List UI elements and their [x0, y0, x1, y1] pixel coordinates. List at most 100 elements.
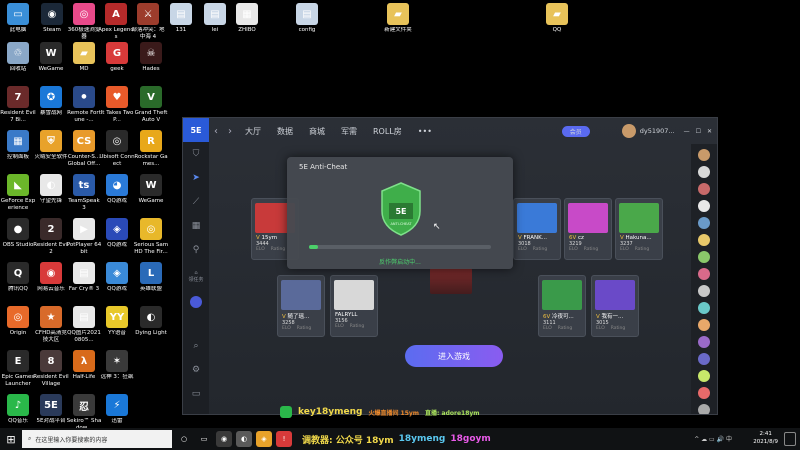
desktop-icon[interactable]: 5E 5E对战平台	[33, 394, 69, 425]
notification-icon[interactable]	[784, 432, 796, 446]
friend-avatar[interactable]	[698, 302, 710, 314]
friend-avatar[interactable]	[698, 353, 710, 365]
player-card[interactable]: 6V 冷夜可... 3111 ELO Rating	[538, 275, 586, 337]
desktop-icon[interactable]: ♲ 回收站	[0, 42, 36, 73]
desktop-icon[interactable]: CS Counter-S... Global Off...	[66, 130, 102, 167]
desktop-icon[interactable]: ✪ 暴雪战网	[33, 86, 69, 117]
desktop-icon[interactable]: L 英雄联盟	[133, 262, 169, 293]
desktop-icon[interactable]: ▦ 控制面板	[0, 130, 36, 161]
desktop-icon[interactable]: ◐ 守望先锋	[33, 174, 69, 205]
friend-avatar[interactable]	[698, 336, 710, 348]
friend-avatar[interactable]	[698, 234, 710, 246]
taskview-icon[interactable]: ▭	[196, 431, 212, 447]
desktop-icon[interactable]: 7 Resident Evil 7 Bi...	[0, 86, 36, 123]
windows-start-icon[interactable]: ⊞	[0, 428, 22, 450]
task-icon[interactable]: ⌂ 领任务	[183, 262, 209, 290]
desktop-icon[interactable]: ◎ Serious Sam HD The Fir...	[133, 218, 169, 255]
taskbar-clock[interactable]: 2:41 2021/8/9	[753, 430, 778, 446]
desktop-icon[interactable]: ✶ 远神 3：狂飙	[99, 350, 135, 381]
desktop-icon[interactable]: ▤ Far Cry® 3	[66, 262, 102, 293]
task-app-icon[interactable]: ◐	[236, 431, 252, 447]
avatar[interactable]	[621, 124, 636, 138]
desktop-icon[interactable]: ⚫ Remote Fortune -...	[66, 86, 102, 123]
back-arrow-icon[interactable]: ‹	[209, 126, 223, 137]
nav-supply[interactable]: 军需	[333, 126, 365, 137]
nav-shop[interactable]: 商城	[301, 126, 333, 137]
desktop-icon[interactable]: 忍Sekiro™ Shadow...	[66, 394, 102, 431]
desktop-icon[interactable]: YY YY语音	[99, 306, 135, 337]
desktop-icon[interactable]: ▭ 此电脑	[0, 3, 36, 34]
enter-game-button[interactable]: 进入游戏	[405, 345, 503, 367]
desktop-icon[interactable]: ◎ Ubisoft Connect	[99, 130, 135, 167]
desktop-icon[interactable]: ▦ ZHIBO	[229, 3, 265, 34]
search-icon[interactable]: ⌕	[183, 334, 209, 358]
desktop-icon[interactable]: ▤ 131	[163, 3, 199, 34]
desktop-icon[interactable]: 2 Resident Evil 2	[33, 218, 69, 255]
desktop-icon[interactable]: ★ CFHD高清竞技大区	[33, 306, 69, 343]
desktop-icon[interactable]: W WeGame	[33, 42, 69, 73]
taskbar-search[interactable]: ⌕ 在这里输入你要搜索的内容	[22, 430, 172, 448]
desktop-icon[interactable]: ◉ Steam	[34, 3, 70, 34]
desktop-icon[interactable]: λ Half-Life	[66, 350, 102, 381]
desktop-icon[interactable]: A Apex Legends	[98, 3, 134, 40]
rocket-icon[interactable]: ➤	[183, 166, 209, 190]
desktop-icon[interactable]: ◉ 网易云音乐	[33, 262, 69, 293]
desktop-icon[interactable]: ◐ Dying Light	[133, 306, 169, 337]
task-view-icon[interactable]: ○	[176, 431, 192, 447]
nav-roll-room[interactable]: ROLL房	[365, 126, 410, 137]
friend-avatar[interactable]	[698, 319, 710, 331]
desktop-icon[interactable]: ♪ QQ音乐	[0, 394, 36, 425]
friend-avatar[interactable]	[698, 370, 710, 382]
desktop-icon[interactable]: ◎ Origin	[0, 306, 36, 337]
friend-avatar[interactable]	[698, 404, 710, 414]
task-app-icon[interactable]: !	[276, 431, 292, 447]
desktop-icon[interactable]: ⚡ 迅雷	[99, 394, 135, 425]
desktop-icon[interactable]: ◈ QQ游戏	[99, 262, 135, 293]
username[interactable]: dy51907...	[640, 127, 675, 135]
player-card[interactable]: V 我有一... 3015 ELO Rating	[591, 275, 639, 337]
desktop-icon[interactable]: ts TeamSpeak 3	[66, 174, 102, 211]
desktop-icon[interactable]: V Grand Theft Auto V	[133, 86, 169, 123]
player-card[interactable]: 6V cz 3219 ELO Rating	[564, 198, 612, 260]
nav-more[interactable]: •••	[410, 127, 440, 136]
player-card[interactable]: V FRANK... 3018 ELO Rating	[513, 198, 561, 260]
desktop-icon[interactable]: ▰ QQ	[539, 3, 575, 34]
friend-avatar[interactable]	[698, 387, 710, 399]
nav-data[interactable]: 数据	[269, 126, 301, 137]
desktop-icon[interactable]: Q 腾讯QQ	[0, 262, 36, 293]
desktop-icon[interactable]: E Epic Games Launcher	[0, 350, 36, 387]
desktop-icon[interactable]: 8 Resident Evil Village	[33, 350, 69, 387]
friend-avatar[interactable]	[698, 183, 710, 195]
vip-badge[interactable]: 会员	[561, 125, 590, 137]
desktop-icon[interactable]: ◣ GeForce Experience	[0, 174, 36, 211]
active-mode-icon[interactable]	[183, 290, 209, 314]
desktop-icon[interactable]: ☠ Hades	[133, 42, 169, 73]
friend-avatar[interactable]	[698, 149, 710, 161]
desktop-icon[interactable]: W WeGame	[133, 174, 169, 205]
desktop-icon[interactable]: ◎ 360极速浏览器	[66, 3, 102, 40]
desktop-icon[interactable]: ▤ config	[289, 3, 325, 34]
player-card[interactable]: V Hakuna... 3237 ELO Rating	[615, 198, 663, 260]
friend-avatar[interactable]	[698, 285, 710, 297]
friend-avatar[interactable]	[698, 251, 710, 263]
desktop-icon[interactable]: R Rockstar Games...	[133, 130, 169, 167]
friend-avatar[interactable]	[698, 166, 710, 178]
desktop-icon[interactable]: ▰ 新建文件夹	[380, 3, 416, 34]
desktop-icon[interactable]: ♥ It Takes Two P...	[99, 86, 135, 123]
friend-avatar[interactable]	[698, 217, 710, 229]
message-icon[interactable]: ▭	[183, 382, 209, 406]
desktop-icon[interactable]: ⛨ 火绒安全软件	[33, 130, 69, 161]
player-card[interactable]: FALRYLL 3156 ELO Rating	[330, 275, 378, 337]
friend-avatar[interactable]	[698, 200, 710, 212]
task-app-icon[interactable]: ◉	[216, 431, 232, 447]
minimize-button[interactable]: —	[681, 128, 693, 135]
shield-icon[interactable]: ⛉	[183, 142, 209, 166]
desktop-icon[interactable]: ▤ lei	[197, 3, 233, 34]
player-card[interactable]: V 随了瑶... 3258 ELO Rating	[277, 275, 325, 337]
forward-arrow-icon[interactable]: ›	[223, 126, 237, 137]
desktop-icon[interactable]: ◕ QQ游戏	[99, 174, 135, 205]
system-tray[interactable]: ^ ☁ ▭ 🔊 中	[694, 434, 732, 443]
desktop-icon[interactable]: ▰ MD	[66, 42, 102, 73]
desktop-icon[interactable]: ⚔ 部落冲突：地中海 4	[130, 3, 166, 40]
desktop-icon[interactable]: ◈ QQ游戏	[99, 218, 135, 249]
